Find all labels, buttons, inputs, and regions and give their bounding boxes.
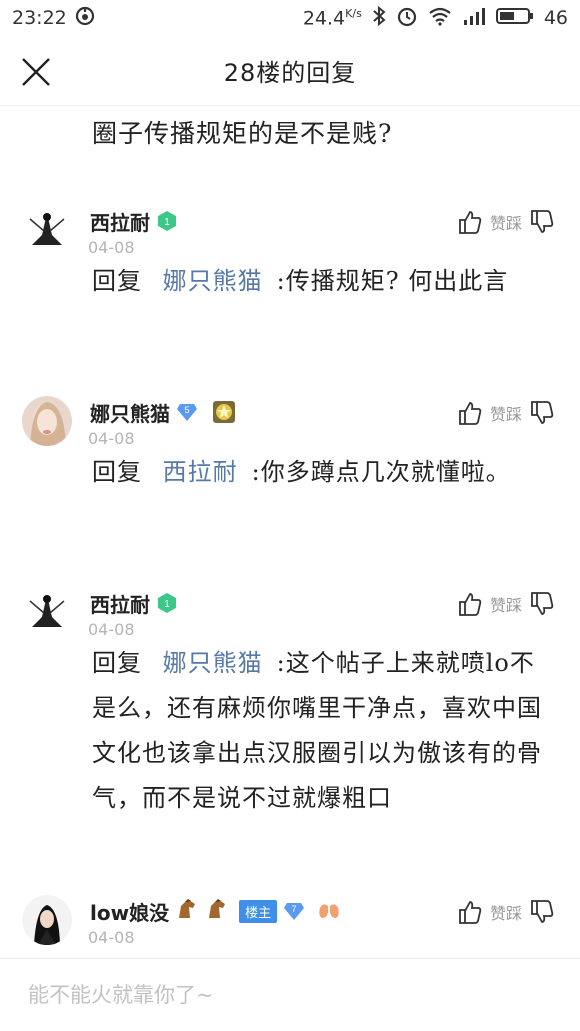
vote-label: 赞踩 [489,405,522,424]
lungs-icon [317,898,341,924]
thumbs-up-icon[interactable] [458,209,482,235]
page-title: 28楼的回复 [223,59,357,87]
mention-link[interactable]: 西拉耐 [163,458,238,486]
vote-label: 赞踩 [489,596,522,615]
mention-link[interactable]: 娜只熊猫 [163,649,263,677]
reply-content: :这个帖子上来就喷lo不是么，还有麻烦你嘴里干净点，喜欢中国文化也该拿出点汉服圈… [92,649,542,812]
thumbs-down-icon[interactable] [530,591,554,617]
reply-date: 04-08 [88,620,135,639]
reply-prefix: 回复 [92,649,142,677]
level-badge: 5 [176,401,198,423]
battery-icon [495,6,534,31]
vote-label: 赞踩 [489,904,522,923]
reply-input[interactable] [28,983,548,1007]
mention-link[interactable]: 娜只熊猫 [163,267,263,295]
reply-date: 04-08 [88,429,135,448]
thumbs-up-icon[interactable] [458,400,482,426]
reply-prefix: 回复 [92,458,142,486]
signal-icon [462,6,486,31]
vote-label: 赞踩 [489,214,522,233]
close-button[interactable] [20,56,52,88]
thumbs-down-icon[interactable] [530,899,554,925]
reply-text: 回复 娜只熊猫:这个帖子上来就喷lo不是么，还有麻烦你嘴里干净点，喜欢中国文化也… [92,641,554,821]
horse-emoji-icon [175,898,199,924]
reply-input-bar [0,958,580,1031]
status-bar: 23:22 24.4K/s 46 [0,0,580,36]
reply-content: :你多蹲点几次就懂啦。 [251,458,511,486]
post-text: 圈子传播规矩的是不是贱? [92,119,393,148]
thumbs-up-icon[interactable] [458,899,482,925]
username[interactable]: 娜只熊猫 [90,398,170,427]
thumbs-down-icon[interactable] [530,400,554,426]
reply-text: 回复 西拉耐 :你多蹲点几次就懂啦。 [92,450,554,495]
reply-content: :传播规矩? 何出此言 [276,267,509,295]
notification-icon [75,6,95,31]
reply-date: 04-08 [88,238,135,257]
thumbs-up-icon[interactable] [458,591,482,617]
avatar[interactable] [22,205,72,255]
svg-text:7: 7 [292,904,297,914]
horse-emoji-icon [205,898,229,924]
svg-text:1: 1 [164,217,170,228]
avatar[interactable] [22,396,72,446]
avatar[interactable] [22,587,72,637]
level-badge: 1 [156,210,178,232]
alarm-icon [396,5,418,32]
avatar[interactable] [22,895,72,945]
svg-text:1: 1 [164,599,170,610]
reply-prefix: 回复 [92,267,142,295]
level-badge: 1 [156,592,178,614]
owner-badge: 楼主 [239,899,278,923]
status-time: 23:22 [12,7,67,29]
level-badge: 7 [283,900,305,922]
username[interactable]: 西拉耐 [90,207,150,236]
reply-date: 04-08 [88,928,135,947]
wifi-icon [428,6,452,31]
reply-text: 回复 娜只熊猫 :传播规矩? 何出此言 [92,259,554,304]
svg-text:5: 5 [184,405,189,415]
username[interactable]: 西拉耐 [90,589,150,618]
battery-level: 46 [543,7,568,29]
username[interactable]: low娘没 [90,897,169,926]
bluetooth-icon [372,5,386,31]
close-icon [22,58,50,86]
medal-icon [212,400,236,424]
header: 28楼的回复 [0,36,580,106]
network-speed: 24.4K/s [302,6,362,30]
thumbs-down-icon[interactable] [530,209,554,235]
